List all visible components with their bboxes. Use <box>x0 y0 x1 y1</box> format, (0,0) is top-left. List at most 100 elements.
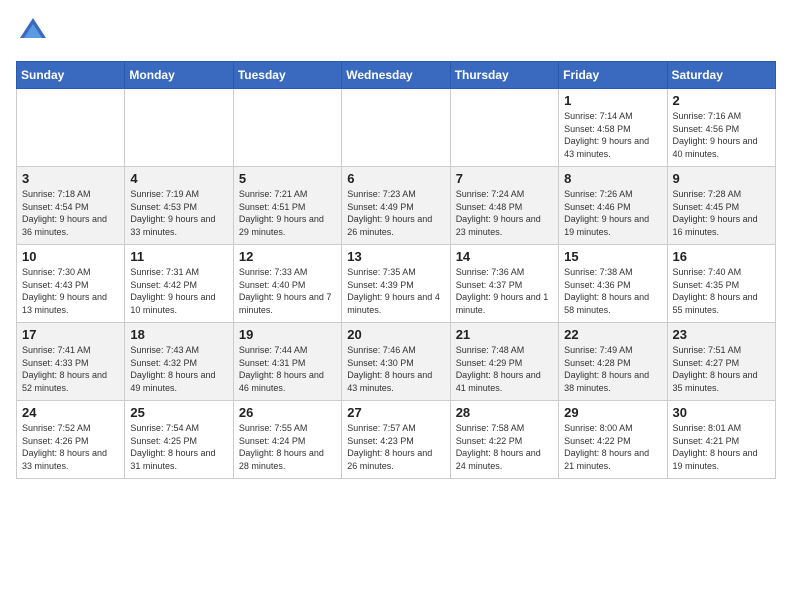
calendar-cell: 20 Sunrise: 7:46 AM Sunset: 4:30 PM Dayli… <box>342 323 450 401</box>
day-number: 11 <box>130 249 227 264</box>
calendar-table: Sunday Monday Tuesday Wednesday Thursday… <box>16 61 776 479</box>
calendar-cell: 18 Sunrise: 7:43 AM Sunset: 4:32 PM Dayli… <box>125 323 233 401</box>
day-number: 6 <box>347 171 444 186</box>
calendar-cell: 26 Sunrise: 7:55 AM Sunset: 4:24 PM Dayli… <box>233 401 341 479</box>
calendar-cell: 5 Sunrise: 7:21 AM Sunset: 4:51 PM Daylig… <box>233 167 341 245</box>
day-number: 8 <box>564 171 661 186</box>
day-number: 23 <box>673 327 770 342</box>
calendar-cell: 22 Sunrise: 7:49 AM Sunset: 4:28 PM Dayli… <box>559 323 667 401</box>
day-number: 25 <box>130 405 227 420</box>
day-number: 14 <box>456 249 553 264</box>
col-monday: Monday <box>125 62 233 89</box>
calendar-row: 3 Sunrise: 7:18 AM Sunset: 4:54 PM Daylig… <box>17 167 776 245</box>
day-info: Sunrise: 7:33 AM Sunset: 4:40 PM Dayligh… <box>239 266 336 316</box>
day-info: Sunrise: 7:28 AM Sunset: 4:45 PM Dayligh… <box>673 188 770 238</box>
day-number: 16 <box>673 249 770 264</box>
day-number: 28 <box>456 405 553 420</box>
day-info: Sunrise: 7:58 AM Sunset: 4:22 PM Dayligh… <box>456 422 553 472</box>
day-number: 22 <box>564 327 661 342</box>
calendar-row: 1 Sunrise: 7:14 AM Sunset: 4:58 PM Daylig… <box>17 89 776 167</box>
day-number: 24 <box>22 405 119 420</box>
calendar-cell <box>125 89 233 167</box>
col-friday: Friday <box>559 62 667 89</box>
calendar-row: 17Sunrise: 7:41 AM Sunset: 4:33 PM Dayli… <box>17 323 776 401</box>
page-header <box>16 16 776 51</box>
day-info: Sunrise: 7:19 AM Sunset: 4:53 PM Dayligh… <box>130 188 227 238</box>
day-info: Sunrise: 7:46 AM Sunset: 4:30 PM Dayligh… <box>347 344 444 394</box>
day-number: 7 <box>456 171 553 186</box>
day-number: 19 <box>239 327 336 342</box>
day-number: 3 <box>22 171 119 186</box>
day-info: Sunrise: 7:31 AM Sunset: 4:42 PM Dayligh… <box>130 266 227 316</box>
col-saturday: Saturday <box>667 62 775 89</box>
day-info: Sunrise: 7:18 AM Sunset: 4:54 PM Dayligh… <box>22 188 119 238</box>
calendar-cell: 19 Sunrise: 7:44 AM Sunset: 4:31 PM Dayli… <box>233 323 341 401</box>
day-info: Sunrise: 7:51 AM Sunset: 4:27 PM Dayligh… <box>673 344 770 394</box>
day-info: Sunrise: 7:36 AM Sunset: 4:37 PM Dayligh… <box>456 266 553 316</box>
col-sunday: Sunday <box>17 62 125 89</box>
calendar-cell: 15Sunrise: 7:38 AM Sunset: 4:36 PM Dayli… <box>559 245 667 323</box>
calendar-cell: 9 Sunrise: 7:28 AM Sunset: 4:45 PM Daylig… <box>667 167 775 245</box>
calendar-cell: 16 Sunrise: 7:40 AM Sunset: 4:35 PM Dayli… <box>667 245 775 323</box>
calendar-cell: 29 Sunrise: 8:00 AM Sunset: 4:22 PM Dayli… <box>559 401 667 479</box>
calendar-cell: 7 Sunrise: 7:24 AM Sunset: 4:48 PM Daylig… <box>450 167 558 245</box>
day-number: 20 <box>347 327 444 342</box>
day-number: 13 <box>347 249 444 264</box>
day-number: 9 <box>673 171 770 186</box>
day-info: Sunrise: 7:30 AM Sunset: 4:43 PM Dayligh… <box>22 266 119 316</box>
day-info: Sunrise: 7:23 AM Sunset: 4:49 PM Dayligh… <box>347 188 444 238</box>
day-number: 18 <box>130 327 227 342</box>
day-number: 27 <box>347 405 444 420</box>
calendar-row: 24 Sunrise: 7:52 AM Sunset: 4:26 PM Dayli… <box>17 401 776 479</box>
day-number: 10 <box>22 249 119 264</box>
day-number: 21 <box>456 327 553 342</box>
day-number: 1 <box>564 93 661 108</box>
calendar-cell: 13Sunrise: 7:35 AM Sunset: 4:39 PM Dayli… <box>342 245 450 323</box>
calendar-cell: 11 Sunrise: 7:31 AM Sunset: 4:42 PM Dayli… <box>125 245 233 323</box>
day-number: 12 <box>239 249 336 264</box>
logo-icon <box>18 16 48 46</box>
day-info: Sunrise: 7:14 AM Sunset: 4:58 PM Dayligh… <box>564 110 661 160</box>
day-number: 30 <box>673 405 770 420</box>
col-wednesday: Wednesday <box>342 62 450 89</box>
calendar-cell: 27Sunrise: 7:57 AM Sunset: 4:23 PM Dayli… <box>342 401 450 479</box>
day-info: Sunrise: 7:44 AM Sunset: 4:31 PM Dayligh… <box>239 344 336 394</box>
calendar-cell: 8 Sunrise: 7:26 AM Sunset: 4:46 PM Daylig… <box>559 167 667 245</box>
day-number: 5 <box>239 171 336 186</box>
calendar-cell: 30 Sunrise: 8:01 AM Sunset: 4:21 PM Dayli… <box>667 401 775 479</box>
day-number: 2 <box>673 93 770 108</box>
day-info: Sunrise: 7:21 AM Sunset: 4:51 PM Dayligh… <box>239 188 336 238</box>
calendar-cell <box>342 89 450 167</box>
day-info: Sunrise: 7:49 AM Sunset: 4:28 PM Dayligh… <box>564 344 661 394</box>
day-info: Sunrise: 7:24 AM Sunset: 4:48 PM Dayligh… <box>456 188 553 238</box>
day-info: Sunrise: 7:41 AM Sunset: 4:33 PM Dayligh… <box>22 344 119 394</box>
calendar-header: Sunday Monday Tuesday Wednesday Thursday… <box>17 62 776 89</box>
calendar-cell: 14 Sunrise: 7:36 AM Sunset: 4:37 PM Dayli… <box>450 245 558 323</box>
calendar-cell <box>233 89 341 167</box>
calendar-body: 1 Sunrise: 7:14 AM Sunset: 4:58 PM Daylig… <box>17 89 776 479</box>
logo <box>16 16 48 51</box>
day-info: Sunrise: 7:43 AM Sunset: 4:32 PM Dayligh… <box>130 344 227 394</box>
day-info: Sunrise: 7:40 AM Sunset: 4:35 PM Dayligh… <box>673 266 770 316</box>
calendar-cell: 21Sunrise: 7:48 AM Sunset: 4:29 PM Dayli… <box>450 323 558 401</box>
calendar-cell: 4 Sunrise: 7:19 AM Sunset: 4:53 PM Daylig… <box>125 167 233 245</box>
day-number: 26 <box>239 405 336 420</box>
day-info: Sunrise: 7:16 AM Sunset: 4:56 PM Dayligh… <box>673 110 770 160</box>
day-info: Sunrise: 8:00 AM Sunset: 4:22 PM Dayligh… <box>564 422 661 472</box>
day-info: Sunrise: 7:54 AM Sunset: 4:25 PM Dayligh… <box>130 422 227 472</box>
col-tuesday: Tuesday <box>233 62 341 89</box>
day-info: Sunrise: 7:55 AM Sunset: 4:24 PM Dayligh… <box>239 422 336 472</box>
calendar-cell: 12 Sunrise: 7:33 AM Sunset: 4:40 PM Dayli… <box>233 245 341 323</box>
calendar-cell: 25 Sunrise: 7:54 AM Sunset: 4:25 PM Dayli… <box>125 401 233 479</box>
day-info: Sunrise: 7:26 AM Sunset: 4:46 PM Dayligh… <box>564 188 661 238</box>
day-number: 4 <box>130 171 227 186</box>
calendar-cell <box>17 89 125 167</box>
calendar-cell: 17Sunrise: 7:41 AM Sunset: 4:33 PM Dayli… <box>17 323 125 401</box>
header-row: Sunday Monday Tuesday Wednesday Thursday… <box>17 62 776 89</box>
calendar-cell: 6 Sunrise: 7:23 AM Sunset: 4:49 PM Daylig… <box>342 167 450 245</box>
day-info: Sunrise: 7:38 AM Sunset: 4:36 PM Dayligh… <box>564 266 661 316</box>
calendar-cell: 10 Sunrise: 7:30 AM Sunset: 4:43 PM Dayli… <box>17 245 125 323</box>
day-info: Sunrise: 8:01 AM Sunset: 4:21 PM Dayligh… <box>673 422 770 472</box>
day-number: 29 <box>564 405 661 420</box>
day-info: Sunrise: 7:52 AM Sunset: 4:26 PM Dayligh… <box>22 422 119 472</box>
